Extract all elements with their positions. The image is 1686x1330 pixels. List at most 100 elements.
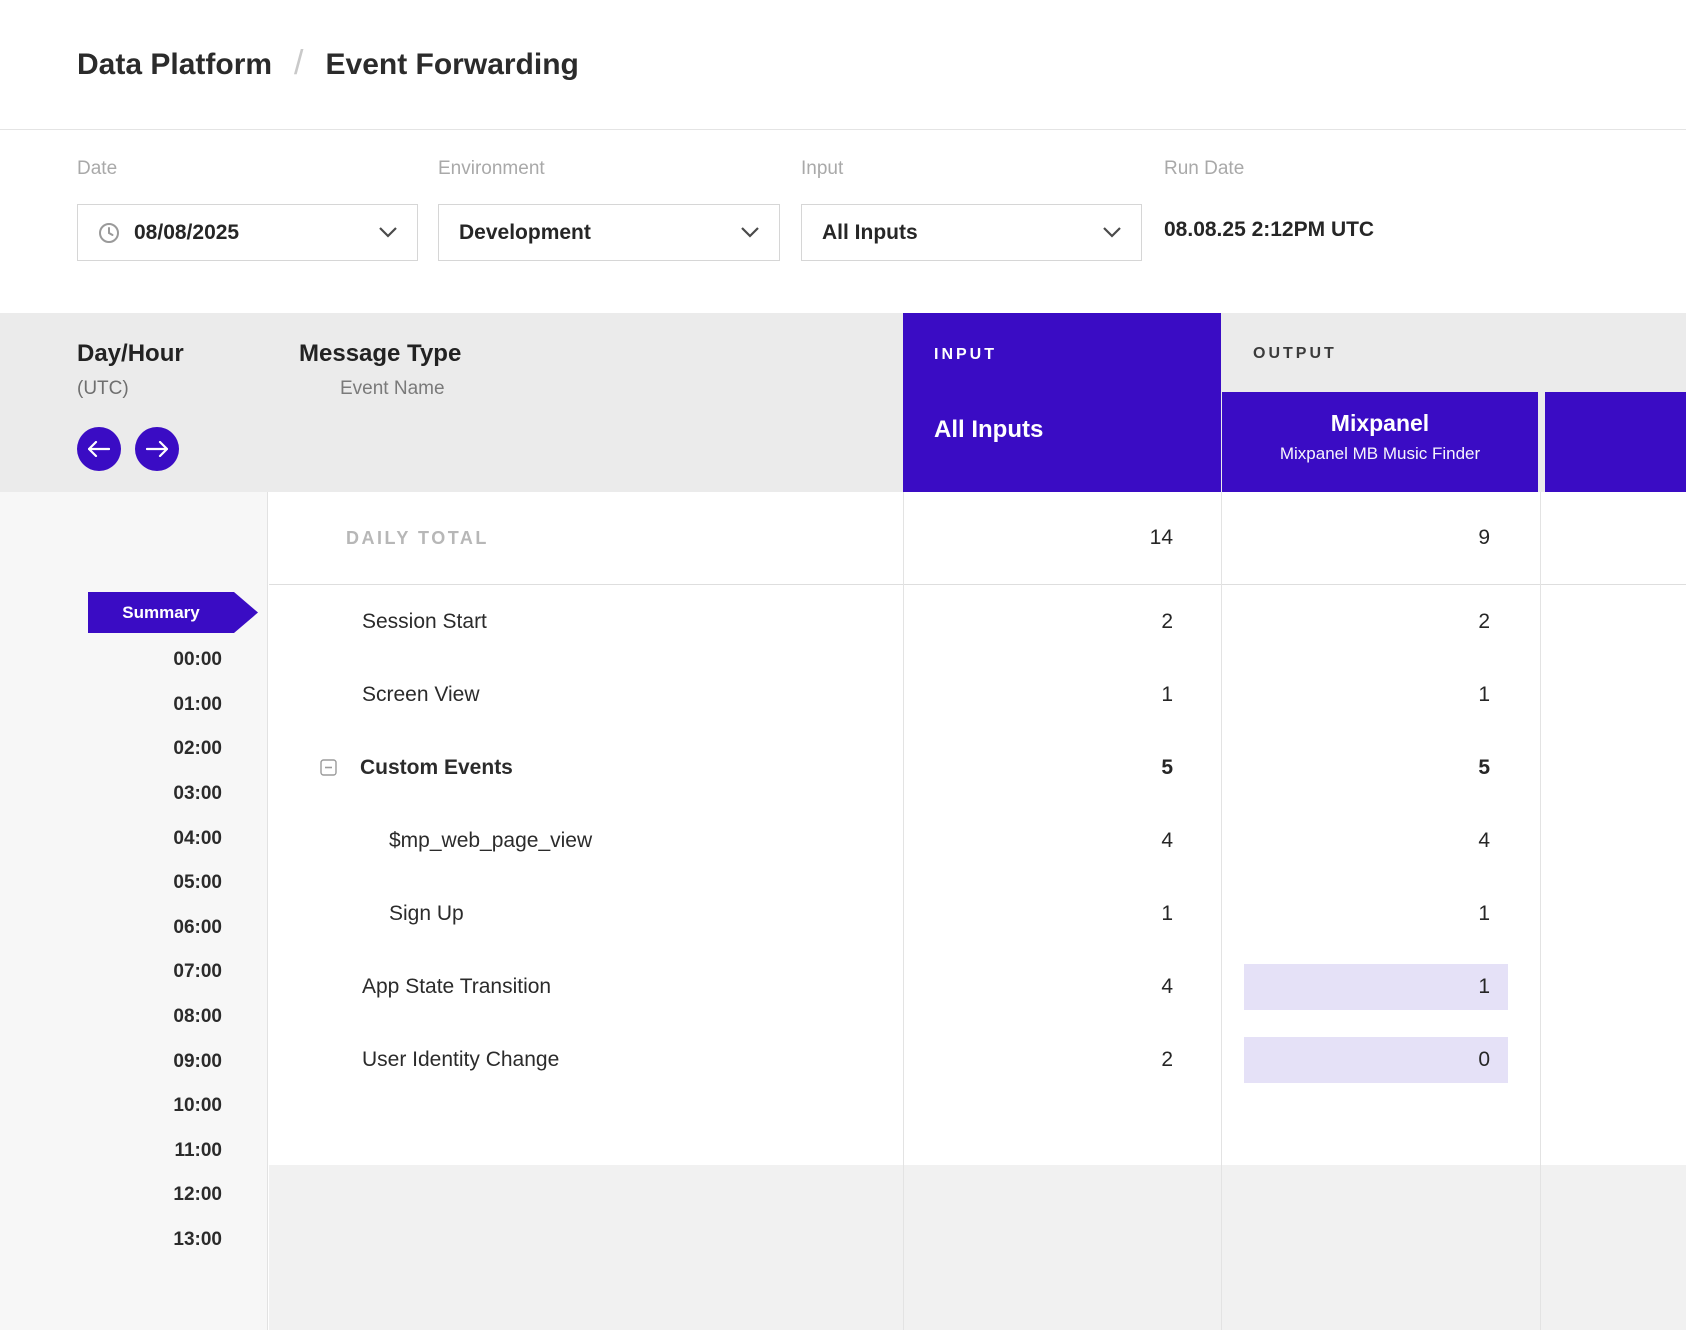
date-select-value: 08/08/2025 [134,221,239,245]
table-row: Custom Events 5 5 [269,731,1686,804]
input-column-value: All Inputs [934,416,1221,444]
hour-list: 00:00 01:00 02:00 03:00 04:00 05:00 06:0… [0,638,268,1262]
output-count: 5 [1221,731,1538,804]
next-day-button[interactable] [135,427,179,471]
hour-label[interactable]: 04:00 [0,816,268,861]
day-navigation [77,427,179,471]
column-divider [903,492,904,1330]
table-header: Day/Hour (UTC) Message Type Event Name I… [0,313,1686,492]
environment-select[interactable]: Development [438,204,780,261]
summary-badge[interactable]: Summary [88,592,258,633]
hour-label[interactable]: 07:00 [0,950,268,995]
day-hour-header: Day/Hour (UTC) [77,340,184,400]
previous-day-button[interactable] [77,427,121,471]
input-select[interactable]: All Inputs [801,204,1142,261]
table-rows: DAILY TOTAL 14 9 Session Start 2 2 Scree… [269,492,1686,1096]
event-name: Session Start [269,610,903,634]
breadcrumb: Data Platform / Event Forwarding [77,45,579,84]
column-divider [1221,492,1222,1330]
date-filter-label: Date [77,158,418,180]
event-name: $mp_web_page_view [269,829,903,853]
daily-total-output-count: 9 [1221,492,1538,584]
output-count: 1 [1221,877,1538,950]
hour-label[interactable]: 03:00 [0,772,268,817]
input-count: 4 [903,804,1221,877]
input-count: 1 [903,658,1221,731]
event-name: Sign Up [269,902,903,926]
date-filter: Date 08/08/2025 [77,158,418,261]
output-column-header-mixpanel: Mixpanel Mixpanel MB Music Finder [1222,392,1538,492]
output-count-highlighted: 1 [1244,964,1508,1010]
hour-label[interactable]: 02:00 [0,727,268,772]
hour-label[interactable]: 06:00 [0,906,268,951]
arrow-left-icon [88,441,110,457]
table-row: Session Start 2 2 [269,585,1686,658]
daily-total-label: DAILY TOTAL [269,528,903,549]
hour-label[interactable]: 08:00 [0,995,268,1040]
input-column-label: INPUT [934,346,1221,364]
environment-filter: Environment Development [438,158,780,261]
output-count-highlighted: 0 [1244,1037,1508,1083]
input-count: 2 [903,585,1221,658]
input-filter: Input All Inputs [801,158,1142,261]
day-hour-sidebar: Summary 00:00 01:00 02:00 03:00 04:00 05… [0,492,268,1330]
column-divider [1540,492,1541,1330]
output-section-label: OUTPUT [1253,345,1337,363]
output-count-cell: 1 [1221,950,1538,1023]
message-type-title: Message Type [299,340,461,368]
daily-total-row: DAILY TOTAL 14 9 [269,492,1686,585]
clock-icon [98,222,120,244]
chevron-down-icon [379,227,397,238]
environment-filter-label: Environment [438,158,780,180]
chevron-down-icon [741,227,759,238]
output-column-header-partial [1545,392,1686,492]
chevron-down-icon [1103,227,1121,238]
page-title: Event Forwarding [326,48,579,82]
table-row: Screen View 1 1 [269,658,1686,731]
breadcrumb-section[interactable]: Data Platform [77,48,272,82]
event-name: App State Transition [269,975,903,999]
day-hour-title: Day/Hour [77,340,184,368]
breadcrumb-separator: / [294,44,303,83]
event-name: User Identity Change [269,1048,903,1072]
table-row: App State Transition 4 1 [269,950,1686,1023]
table-row: User Identity Change 2 0 [269,1023,1686,1096]
date-select[interactable]: 08/08/2025 [77,204,418,261]
output-count-cell: 0 [1221,1023,1538,1096]
output-count: 4 [1221,804,1538,877]
input-count: 5 [903,731,1221,804]
hour-label[interactable]: 12:00 [0,1173,268,1218]
run-date-label: Run Date [1164,158,1374,180]
hour-label[interactable]: 09:00 [0,1039,268,1084]
day-hour-subtitle: (UTC) [77,378,184,400]
message-type-header: Message Type Event Name [299,340,461,400]
environment-select-value: Development [459,221,591,245]
page-header: Data Platform / Event Forwarding [0,0,1686,130]
hour-label[interactable]: 10:00 [0,1084,268,1129]
event-name-text: Custom Events [360,756,513,780]
input-column-header: INPUT All Inputs [903,313,1221,492]
event-forwarding-page: Data Platform / Event Forwarding Date 08… [0,0,1686,1330]
output-column-subtitle: Mixpanel MB Music Finder [1222,444,1538,464]
output-column-name: Mixpanel [1222,410,1538,437]
hour-label[interactable]: 11:00 [0,1129,268,1174]
input-count: 1 [903,877,1221,950]
input-select-value: All Inputs [822,221,918,245]
run-date: Run Date 08.08.25 2:12PM UTC [1164,158,1374,242]
run-date-value: 08.08.25 2:12PM UTC [1164,218,1374,242]
event-name: Custom Events [269,756,903,780]
output-count: 1 [1221,658,1538,731]
hour-label[interactable]: 05:00 [0,861,268,906]
collapse-icon[interactable] [320,759,337,776]
input-count: 2 [903,1023,1221,1096]
daily-total-input-count: 14 [903,492,1221,584]
input-filter-label: Input [801,158,1142,180]
hour-label[interactable]: 00:00 [0,638,268,683]
output-count: 2 [1221,585,1538,658]
event-name-subtitle: Event Name [340,378,461,400]
filter-bar: Date 08/08/2025 Environment Development [0,130,1686,313]
table-row: Sign Up 1 1 [269,877,1686,950]
input-count: 4 [903,950,1221,1023]
hour-label[interactable]: 01:00 [0,683,268,728]
hour-label[interactable]: 13:00 [0,1218,268,1263]
